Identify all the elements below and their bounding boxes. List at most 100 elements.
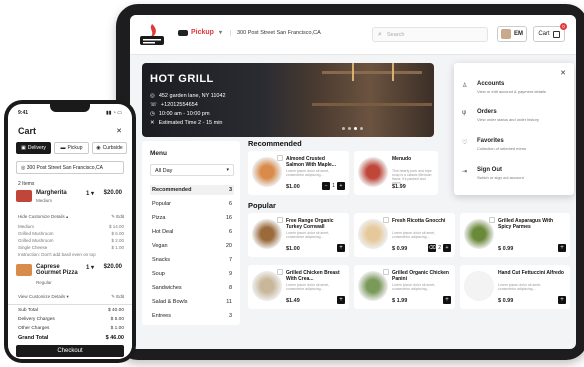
- tab-curbside[interactable]: ◉ Curbside: [92, 142, 127, 154]
- add-to-cart-button[interactable]: +: [337, 244, 345, 252]
- header-address[interactable]: 300 Post Street San Francisco,CA: [230, 30, 321, 36]
- category-vegan[interactable]: Vegan 20: [150, 243, 234, 249]
- category-soup[interactable]: Soup 9: [150, 271, 234, 277]
- item-price: $1.99: [392, 184, 406, 190]
- menu-item-card[interactable]: Grilled Organic Chicken Panini Lorem ips…: [354, 265, 455, 309]
- estimated-time: ✕ Estimated Time 2 - 15 min: [150, 120, 223, 126]
- category-salad-bowls[interactable]: Salad & Bowls 11: [150, 299, 234, 305]
- plus-button[interactable]: +: [337, 182, 345, 190]
- menu-item-card[interactable]: Grilled Chicken Breast With Crea... Lore…: [248, 265, 349, 309]
- cart-item-name: Margherita: [36, 190, 67, 196]
- cart-item: Caprese Gourmet Pizza Regular 1 ▾ $20.00: [16, 264, 124, 285]
- category-name: Hot Deal: [152, 229, 174, 235]
- quantity-select[interactable]: 1 ▾: [86, 264, 94, 271]
- cart-button[interactable]: Cart 0: [533, 23, 567, 42]
- item-price: $1.00: [286, 184, 300, 190]
- summary-label: Other Charges: [18, 326, 50, 331]
- car-icon: [178, 29, 188, 36]
- favorite-checkbox[interactable]: [489, 217, 495, 223]
- menu-item-title: Orders: [477, 109, 497, 115]
- item-name: Grilled Organic Chicken Panini: [392, 270, 449, 282]
- hide-customize-link[interactable]: Hide Customize Details ▴: [18, 214, 68, 220]
- category-pizza[interactable]: Pizza 16: [150, 215, 234, 221]
- menu-item-card[interactable]: Menudo This hearty pork and tripe soup i…: [354, 151, 438, 195]
- item-name: Menudo: [392, 156, 412, 162]
- item-price: $ 0.99: [498, 246, 514, 252]
- favorite-checkbox[interactable]: [277, 155, 283, 161]
- account-menu-orders[interactable]: ψ Orders View order status and order his…: [462, 109, 539, 122]
- category-count: 6: [228, 201, 232, 207]
- carousel-dot[interactable]: [348, 127, 351, 130]
- add-to-cart-button[interactable]: +: [558, 296, 566, 304]
- carousel-dot[interactable]: [342, 127, 345, 130]
- favorite-checkbox[interactable]: [383, 269, 389, 275]
- item-name: Hand Cut Fettuccini Alfredo: [498, 270, 564, 276]
- item-name: Grilled Chicken Breast With Crea...: [286, 270, 340, 282]
- tab-delivery[interactable]: ▣ Delivery: [16, 142, 51, 154]
- cart-title: Cart: [18, 126, 37, 136]
- menu-item-card[interactable]: Grilled Asparagus With Spicy Parmes $ 0.…: [460, 213, 570, 257]
- close-icon[interactable]: ✕: [116, 127, 122, 135]
- category-name: Recommended: [152, 187, 192, 193]
- add-to-cart-button[interactable]: +: [337, 296, 345, 304]
- menu-item-card[interactable]: Almond Crusted Salmon With Maple... Lore…: [248, 151, 349, 195]
- checkout-button[interactable]: Checkout: [16, 345, 124, 357]
- minus-button[interactable]: −: [322, 182, 331, 190]
- account-menu-favorites[interactable]: ♡ Favorites Collection of selected menu: [462, 138, 526, 151]
- menu-item-subtitle: View order status and order history: [477, 117, 539, 122]
- restaurant-phone-text: +12012554654: [160, 102, 198, 108]
- view-customize-link[interactable]: View Customize Details ▾: [18, 294, 69, 300]
- favorite-checkbox[interactable]: [383, 217, 389, 223]
- edit-button[interactable]: ✎ Edit: [111, 214, 124, 220]
- order-mode-label: Pickup: [191, 29, 214, 36]
- menu-item-card[interactable]: Hand Cut Fettuccini Alfredo Lorem ipsum …: [460, 265, 570, 309]
- hot-grill-logo[interactable]: [138, 22, 166, 48]
- favorite-checkbox[interactable]: [277, 217, 283, 223]
- cart-item: Margherita Medium 1 ▾ $20.00: [16, 190, 124, 210]
- tab-label: Delivery: [27, 145, 46, 151]
- order-mode-selector[interactable]: Pickup ▾: [178, 29, 222, 36]
- carousel-dot[interactable]: [354, 127, 357, 130]
- heart-icon: ♡: [462, 140, 468, 146]
- delete-button[interactable]: ⌫: [428, 244, 437, 252]
- restaurant-banner: HOT GRILL ◎ 452 garden lane, NY 11042 ☏ …: [142, 63, 434, 137]
- category-sandwiches[interactable]: Sandwiches 8: [150, 285, 234, 291]
- carousel-dots[interactable]: [342, 127, 363, 130]
- quantity-stepper[interactable]: − 1 +: [322, 182, 345, 190]
- quantity-select[interactable]: 1 ▾: [86, 190, 94, 197]
- favorite-checkbox[interactable]: [277, 269, 283, 275]
- summary-label: Sub Total: [18, 308, 38, 313]
- user-button[interactable]: EM: [497, 26, 527, 42]
- category-count: 16: [225, 215, 232, 221]
- category-recommended[interactable]: Recommended 3: [150, 185, 234, 195]
- category-count: 6: [228, 229, 232, 235]
- menu-item-card[interactable]: Fresh Ricotta Gnocchi Lorem ipsum dolor …: [354, 213, 455, 257]
- category-snacks[interactable]: Snacks 7: [150, 257, 234, 263]
- item-thumbnail: [16, 264, 32, 276]
- food-image: [252, 157, 282, 187]
- period-select[interactable]: All Day ▾: [150, 164, 234, 176]
- carousel-dot[interactable]: [360, 127, 363, 130]
- account-menu-sign-out[interactable]: ⇥ Sign Out Switch or sign out account: [462, 167, 524, 180]
- account-menu-accounts[interactable]: ♙ Accounts View or edit account & paymen…: [462, 81, 546, 94]
- delivery-icon: ▣: [21, 145, 26, 151]
- cart-item-size: Regular: [36, 280, 52, 285]
- instruction-text: Instruction: Don't add basil even on top: [18, 252, 124, 257]
- stage: Pickup ▾ 300 Post Street San Francisco,C…: [0, 0, 584, 367]
- option-name: Medium: [18, 224, 35, 229]
- category-count: 3: [228, 313, 232, 319]
- plus-button[interactable]: +: [443, 244, 451, 252]
- delivery-address-field[interactable]: ◎ 300 Post Street San Francisco,CA: [16, 161, 124, 174]
- quantity-stepper[interactable]: ⌫ 2 +: [428, 244, 451, 252]
- add-to-cart-button[interactable]: +: [558, 244, 566, 252]
- category-popular[interactable]: Popular 6: [150, 201, 234, 207]
- tab-pickup[interactable]: ▬ Pickup: [54, 142, 89, 154]
- category-entrees[interactable]: Entrees 3: [150, 313, 234, 319]
- restaurant-name: HOT GRILL: [150, 73, 214, 85]
- close-icon[interactable]: ✕: [560, 69, 566, 77]
- category-hot-deal[interactable]: Hot Deal 6: [150, 229, 234, 235]
- menu-item-card[interactable]: Free Range Organic Turkey Cornwall Lorem…: [248, 213, 349, 257]
- search-input[interactable]: ⌕ Search: [372, 27, 488, 42]
- add-to-cart-button[interactable]: +: [443, 296, 451, 304]
- edit-button[interactable]: ✎ Edit: [111, 294, 124, 300]
